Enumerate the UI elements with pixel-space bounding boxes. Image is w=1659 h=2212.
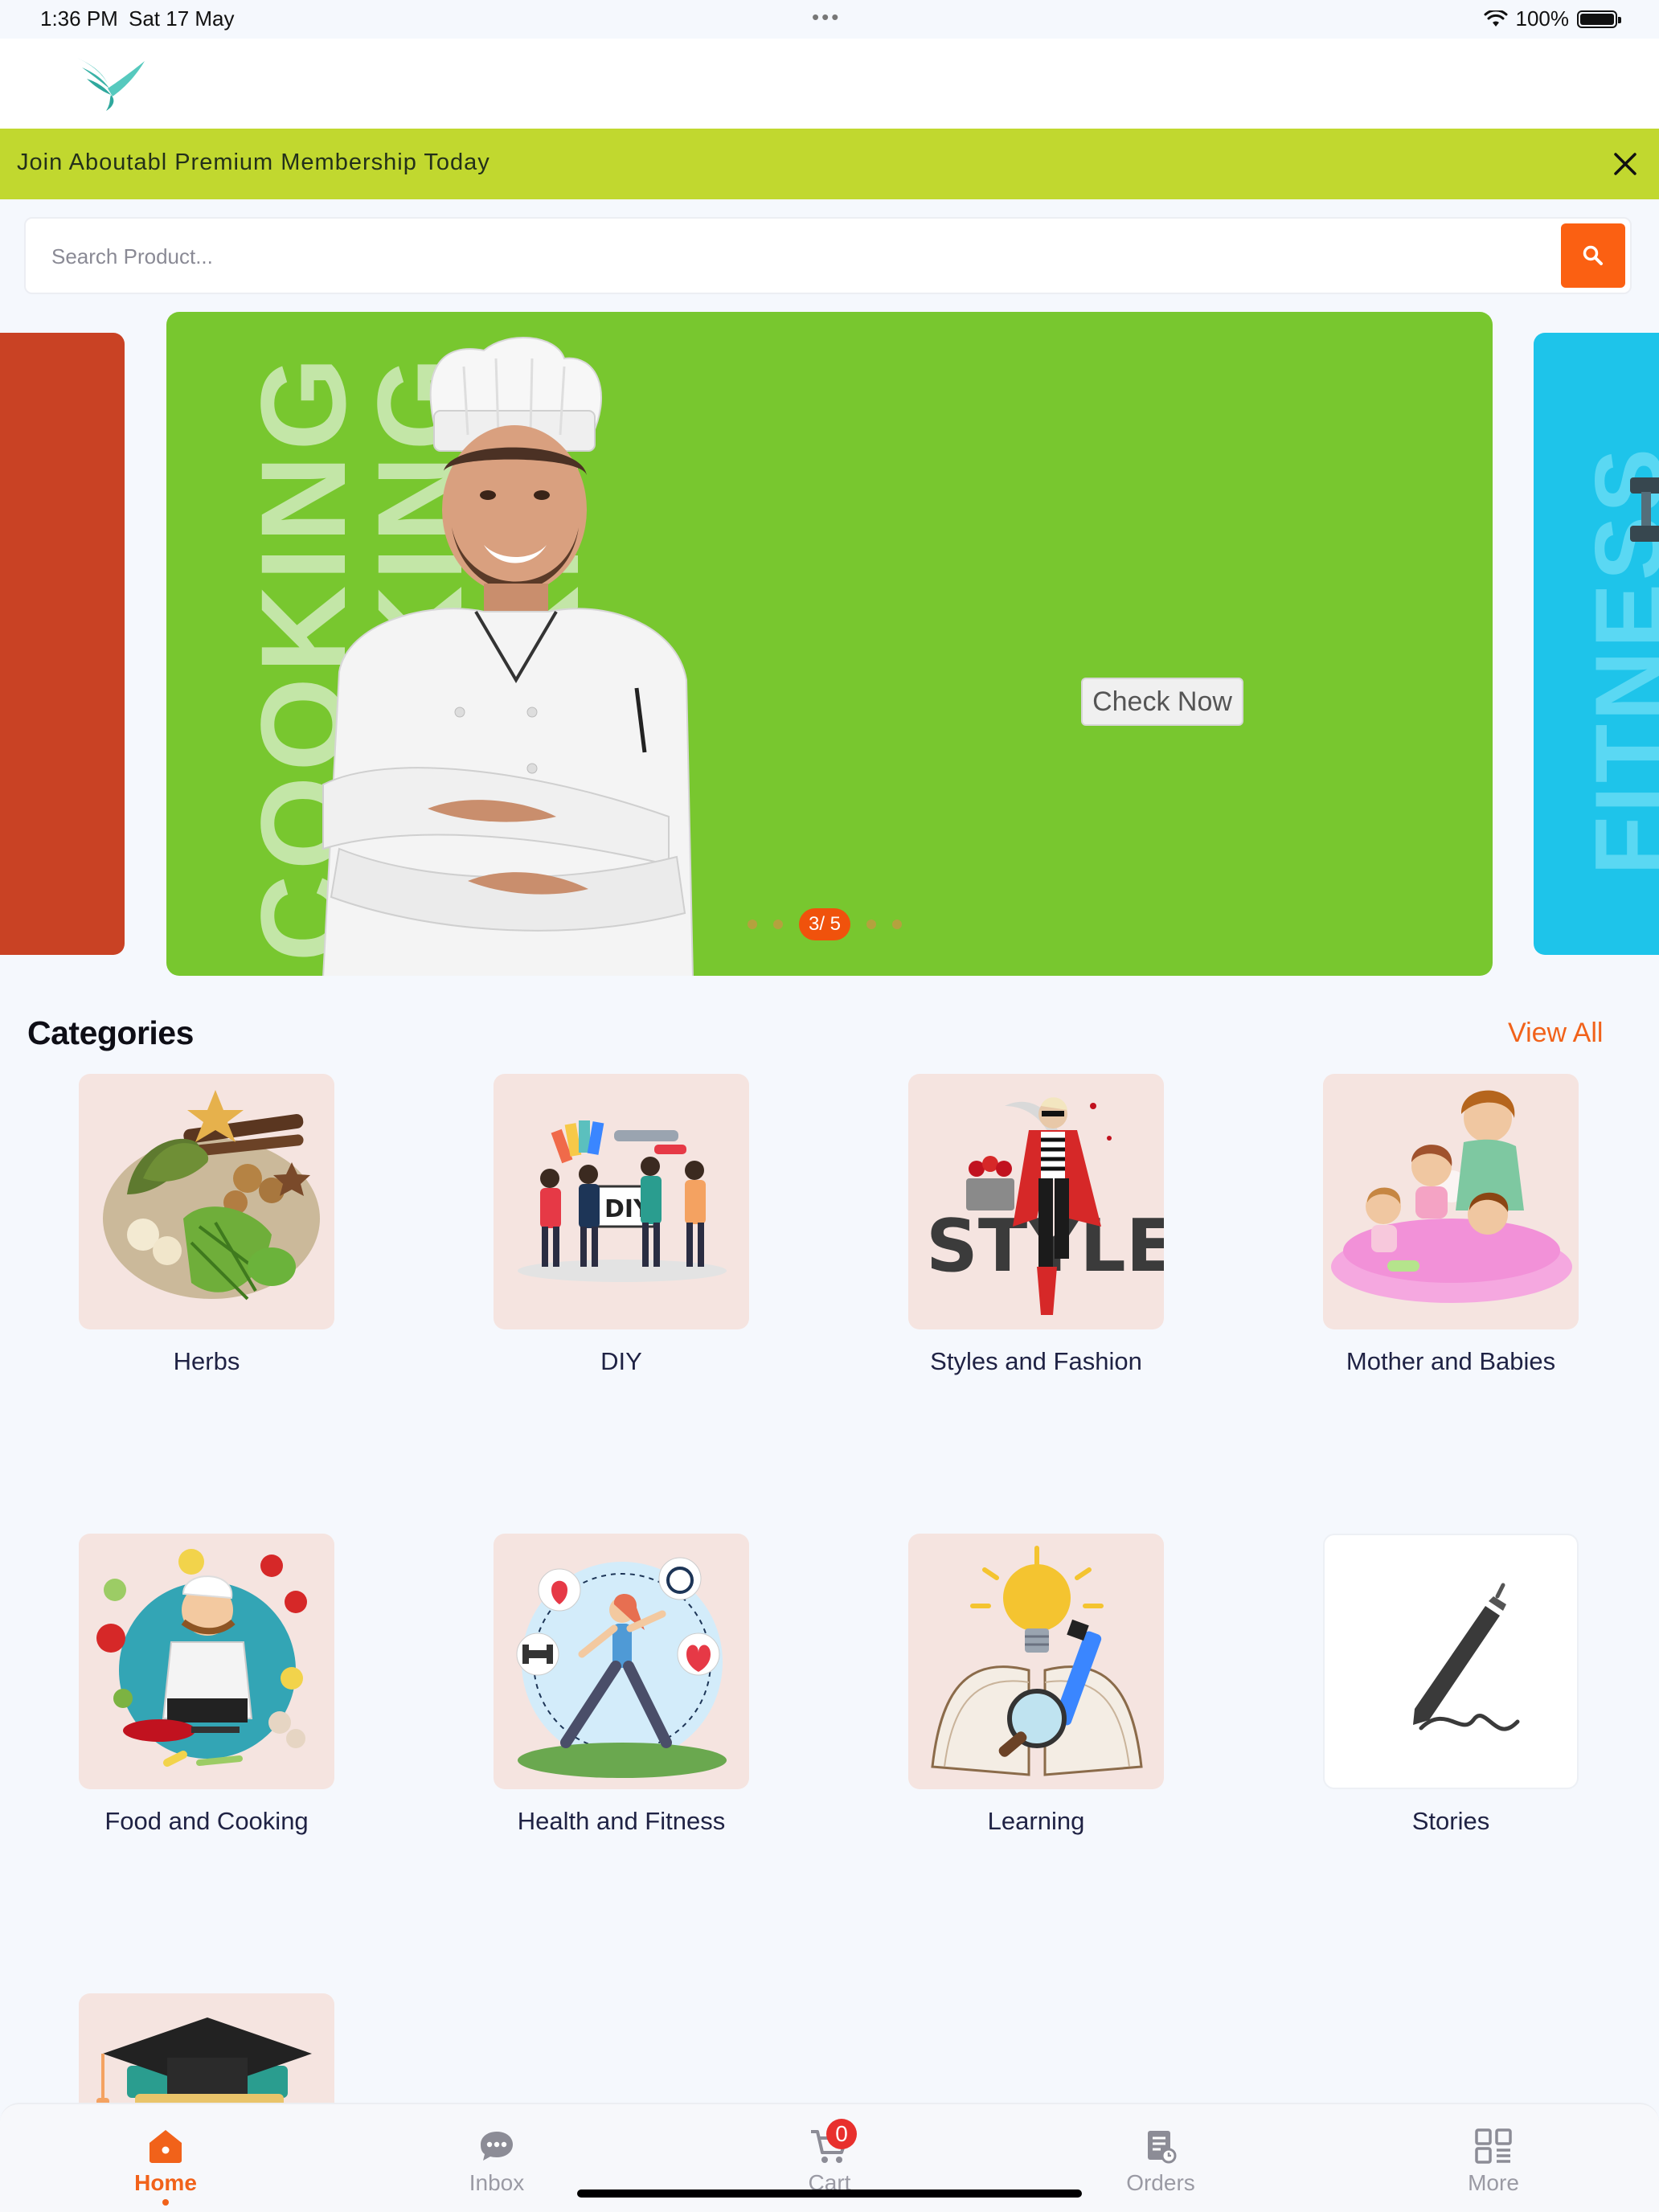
fashion-illustration: STYLE [908,1074,1164,1329]
wifi-icon [1484,10,1507,27]
status-right: 100% [1484,6,1621,31]
search-input[interactable] [51,238,1498,275]
nav-orders[interactable]: Orders [1080,2124,1241,2196]
status-date: Sat 17 May [129,6,235,31]
carousel-next-slide[interactable]: FITNESS [1534,333,1659,955]
category-learning[interactable]: Learning [908,1534,1164,1836]
close-icon [1614,153,1636,175]
grid-icon [1469,2124,1518,2169]
nav-active-indicator [162,2199,169,2206]
cart-icon: 0 [805,2119,857,2169]
nav-more-label: More [1468,2170,1519,2195]
pen-icon [1413,1583,1520,1731]
category-label: Health and Fitness [517,1807,726,1835]
category-label: Learning [987,1807,1085,1835]
pager-dot[interactable] [773,920,783,929]
pager-current-badge: 3/ 5 [799,908,851,940]
promo-carousel[interactable]: COOKING COOKING COOKING [0,312,1659,976]
carousel-prev-slide[interactable] [0,333,125,955]
carousel-pager: 3/ 5 [748,908,903,940]
learning-illustration [908,1534,1164,1789]
premium-promo-banner[interactable]: Join Aboutabl Premium Membership Today [0,129,1659,199]
category-health-fitness[interactable]: Health and Fitness [494,1534,749,1836]
stories-tile-image [1323,1534,1579,1789]
categories-title: Categories [27,1014,194,1051]
category-diy[interactable]: DIY DIY [494,1074,749,1376]
category-label: Food and Cooking [104,1807,309,1835]
multitasking-dots[interactable]: ••• [812,5,841,30]
home-indicator[interactable] [577,2189,1082,2198]
orders-icon [1137,2124,1185,2169]
bird-logo-icon[interactable] [71,50,151,114]
search-bar [24,217,1632,294]
search-icon [1583,245,1603,265]
category-styles-fashion[interactable]: STYLE Styles and Fashion [908,1074,1164,1376]
nav-home-label: Home [134,2170,197,2195]
nav-more[interactable]: More [1413,2124,1574,2196]
nav-cart[interactable]: 0 Cart [749,2119,910,2196]
battery-icon [1577,10,1621,28]
category-food-cooking[interactable]: Food and Cooking [79,1534,334,1836]
category-herbs[interactable]: Herbs [79,1074,334,1376]
pager-dot[interactable] [748,920,757,929]
diy-illustration: DIY [494,1074,749,1329]
home-icon [141,2124,190,2169]
check-now-button[interactable]: Check Now [1081,678,1243,726]
chef-illustration [79,1534,334,1789]
nav-orders-label: Orders [1126,2170,1195,2195]
status-time: 1:36 PM [40,6,118,31]
battery-percent: 100% [1515,6,1570,31]
carousel-current-slide[interactable]: COOKING COOKING COOKING [166,312,1493,976]
mother-babies-illustration [1323,1074,1579,1329]
cart-count-badge: 0 [826,2119,857,2149]
view-all-link[interactable]: View All [1508,1018,1603,1049]
category-mother-babies[interactable]: Mother and Babies [1323,1074,1579,1376]
category-label: DIY [600,1347,642,1375]
close-promo-button[interactable] [1606,145,1645,183]
status-bar: 1:36 PM Sat 17 May ••• 100% [0,0,1659,39]
category-label: Mother and Babies [1346,1347,1556,1375]
nav-home[interactable]: Home [85,2124,246,2206]
promo-text: Join Aboutabl Premium Membership Today [17,150,490,175]
pager-dot[interactable] [892,920,903,929]
fitness-illustration [494,1534,749,1789]
nav-inbox[interactable]: Inbox [416,2124,577,2196]
dumbbell-icon [1630,477,1659,542]
category-label: Herbs [173,1347,240,1375]
category-label: Stories [1411,1807,1490,1835]
app-header [0,39,1659,129]
pager-dot[interactable] [866,920,877,929]
category-label: Styles and Fashion [930,1347,1142,1375]
nav-inbox-label: Inbox [469,2170,525,2195]
chat-icon [473,2124,521,2169]
category-stories[interactable]: Stories [1323,1534,1579,1836]
chef-photo [322,337,694,976]
search-button[interactable] [1561,223,1625,288]
herbs-illustration [79,1074,334,1329]
